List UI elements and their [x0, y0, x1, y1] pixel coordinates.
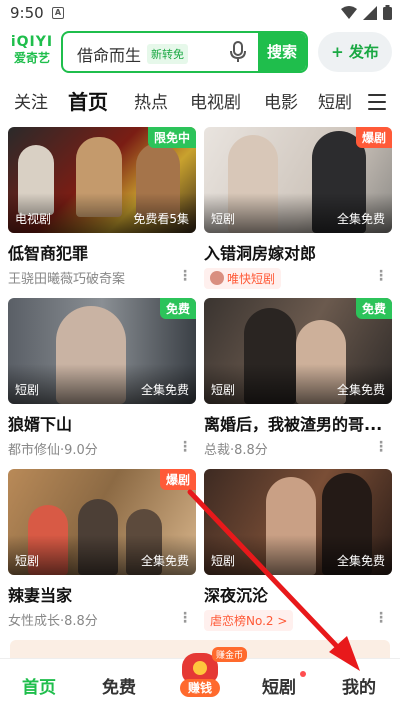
publish-button[interactable]: + 发布 — [318, 32, 392, 72]
tab-bar-shorts[interactable]: 短剧 — [262, 673, 296, 698]
video-title[interactable]: 辣妻当家 — [8, 582, 196, 606]
category-label: 电视剧 — [15, 212, 52, 226]
earn-label: 赚钱 — [180, 679, 220, 697]
status-badge: 限免中 — [147, 127, 196, 148]
more-options-icon[interactable]: ⋮ — [374, 439, 388, 455]
tab-tv[interactable]: 电视剧 — [190, 88, 241, 113]
app-notification-icon: A — [52, 7, 64, 19]
header: iQIYI 爱奇艺 借命而生 新转免 搜索 + 发布 — [0, 30, 400, 76]
tab-bar-mine[interactable]: 我的 — [342, 673, 376, 698]
status-bar: 9:50 A — [0, 0, 400, 28]
tab-home[interactable]: 首页 — [68, 86, 108, 115]
more-options-icon[interactable]: ⋮ — [374, 268, 388, 284]
video-thumbnail[interactable]: 电视剧 免费看5集 限免中 — [8, 127, 196, 233]
video-title[interactable]: 狼婿下山 — [8, 411, 196, 435]
menu-icon[interactable] — [368, 94, 386, 115]
more-options-icon[interactable]: ⋮ — [178, 439, 192, 455]
free-label: 全集免费 — [336, 383, 385, 397]
tab-follow[interactable]: 关注 — [14, 88, 48, 113]
status-badge: 免费 — [159, 298, 196, 319]
free-label: 全集免费 — [140, 383, 189, 397]
video-thumbnail[interactable]: 短剧 全集免费 免费 — [8, 298, 196, 404]
search-button[interactable]: 搜索 — [258, 33, 306, 71]
video-card[interactable]: 短剧 全集免费 爆剧 入错洞房嫁对郎 唯快短剧 ⋮ — [204, 127, 392, 289]
ranking-pill[interactable]: 唯快短剧 — [204, 268, 282, 289]
iqiyi-logo[interactable]: iQIYI 爱奇艺 — [10, 34, 54, 70]
channel-tabs: 关注 首页 热点 电视剧 电影 短剧 — [0, 84, 400, 120]
category-label: 短剧 — [211, 383, 236, 397]
more-options-icon[interactable]: ⋮ — [374, 610, 388, 626]
video-thumbnail[interactable]: 短剧 全集免费 免费 — [204, 298, 392, 404]
video-title[interactable]: 低智商犯罪 — [8, 240, 196, 264]
channel-avatar — [210, 271, 224, 285]
video-title[interactable]: 离婚后，我被渣男的哥... — [204, 411, 392, 435]
video-subtitle: 总裁·8.8分 — [204, 443, 268, 458]
earn-tip-badge: 赚金币 — [212, 647, 248, 662]
video-thumbnail[interactable]: 短剧 全集免费 爆剧 — [204, 127, 392, 233]
video-subtitle: 都市修仙·9.0分 — [8, 443, 98, 458]
category-label: 短剧 — [211, 212, 236, 226]
video-card[interactable]: 短剧 全集免费 免费 离婚后，我被渣男的哥... 总裁·8.8分 ⋮ — [204, 298, 392, 459]
category-label: 短剧 — [15, 383, 40, 397]
logo-text-chinese: 爱奇艺 — [13, 51, 50, 65]
search-tag: 新转免 — [147, 44, 188, 64]
free-label: 全集免费 — [336, 212, 385, 226]
ranking-pill[interactable]: 虐恋榜No.2 > — [204, 610, 294, 631]
video-subtitle: 女性成长·8.8分 — [8, 614, 98, 629]
video-card[interactable]: 短剧 全集免费 深夜沉沦 虐恋榜No.2 > ⋮ — [204, 469, 392, 631]
status-badge: 爆剧 — [355, 127, 392, 148]
video-subtitle: 王骁田曦薇巧破奇案 — [8, 272, 126, 287]
tab-shorts[interactable]: 短剧 — [318, 88, 354, 113]
tab-movie[interactable]: 电影 — [264, 88, 298, 113]
category-label: 短剧 — [15, 554, 40, 568]
free-label: 免费看5集 — [133, 212, 189, 226]
tab-bar-home[interactable]: 首页 — [22, 673, 56, 698]
free-label: 全集免费 — [140, 554, 189, 568]
tab-bar-free[interactable]: 免费 — [102, 673, 136, 698]
notification-dot — [300, 671, 306, 677]
system-icons — [341, 5, 392, 20]
video-card[interactable]: 电视剧 免费看5集 限免中 低智商犯罪 王骁田曦薇巧破奇案 ⋮ — [8, 127, 196, 288]
logo-text-latin: iQIYI — [10, 34, 54, 50]
video-title[interactable]: 入错洞房嫁对郎 — [204, 240, 392, 264]
bottom-tab-bar: 首页 免费 赚钱 赚金币 短剧 我的 — [0, 647, 400, 710]
status-badge: 爆剧 — [159, 469, 196, 490]
video-thumbnail[interactable]: 短剧 全集免费 爆剧 — [8, 469, 196, 575]
video-title[interactable]: 深夜沉沦 — [204, 582, 392, 606]
more-options-icon[interactable]: ⋮ — [178, 268, 192, 284]
video-thumbnail[interactable]: 短剧 全集免费 — [204, 469, 392, 575]
coin-icon — [193, 661, 207, 675]
microphone-icon[interactable] — [229, 41, 247, 63]
search-box[interactable]: 借命而生 新转免 搜索 — [61, 31, 308, 73]
status-time: 9:50 — [10, 4, 44, 22]
free-label: 全集免费 — [336, 554, 385, 568]
tab-hot[interactable]: 热点 — [134, 88, 168, 113]
video-card[interactable]: 短剧 全集免费 免费 狼婿下山 都市修仙·9.0分 ⋮ — [8, 298, 196, 459]
video-card[interactable]: 短剧 全集免费 爆剧 辣妻当家 女性成长·8.8分 ⋮ — [8, 469, 196, 630]
signal-icon — [363, 5, 377, 20]
battery-icon — [383, 5, 392, 20]
category-label: 短剧 — [211, 554, 236, 568]
tab-bar-earn[interactable]: 赚钱 赚金币 — [176, 647, 248, 705]
wifi-icon — [341, 5, 357, 19]
search-input[interactable]: 借命而生 — [77, 42, 141, 66]
more-options-icon[interactable]: ⋮ — [178, 610, 192, 626]
status-badge: 免费 — [355, 298, 392, 319]
